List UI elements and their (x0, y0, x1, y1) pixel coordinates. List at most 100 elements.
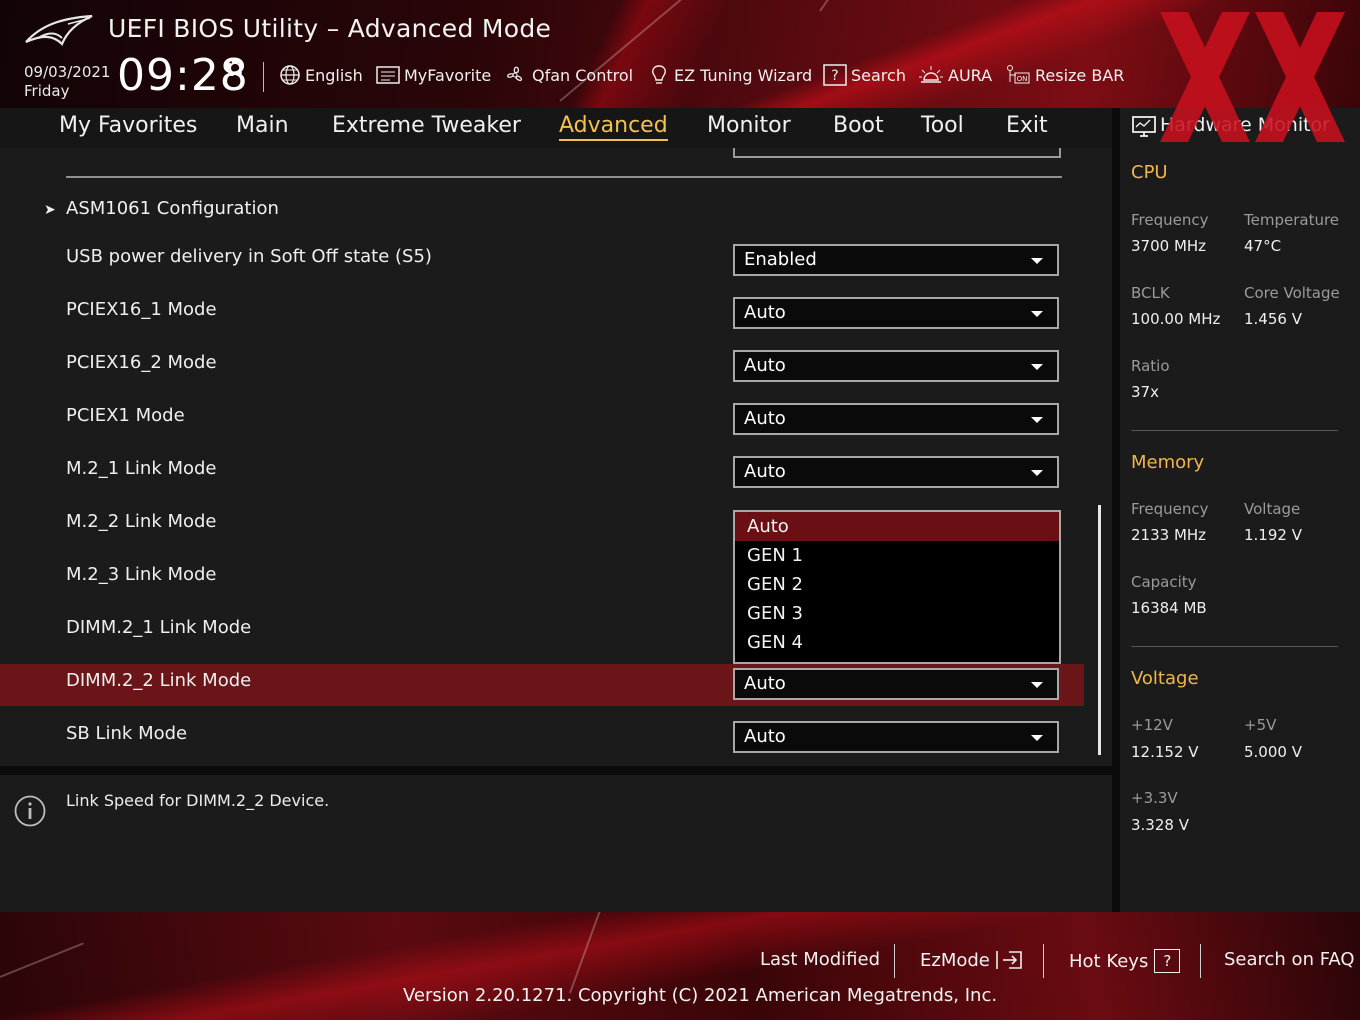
dropdown-arrow-icon (1031, 364, 1043, 370)
qfan-label: Qfan Control (532, 65, 634, 85)
select-value: Auto (744, 673, 786, 694)
decor-streak (0, 942, 84, 978)
svg-text:?: ? (831, 68, 838, 84)
tab-tool[interactable]: Tool (921, 113, 964, 138)
pciex16-2-mode-select[interactable]: Auto (733, 350, 1059, 382)
submenu-asm1061-configuration[interactable]: ➤ ASM1061 Configuration (44, 198, 279, 219)
setting-label[interactable]: M.2_3 Link Mode (66, 564, 217, 585)
setting-label[interactable]: M.2_2 Link Mode (66, 511, 217, 532)
setting-label[interactable]: DIMM.2_2 Link Mode (66, 670, 251, 691)
clock-settings-gear-icon[interactable]: ✿ (225, 54, 245, 82)
memory-heading: Memory (1131, 452, 1205, 473)
pciex16-1-mode-select[interactable]: Auto (733, 297, 1059, 329)
lightbulb-icon (648, 64, 670, 86)
footer-divider (1200, 944, 1201, 978)
exit-to-ezmode-icon (995, 949, 1025, 971)
monitor-icon (1132, 116, 1156, 142)
dropdown-option[interactable]: Auto (735, 512, 1059, 541)
v12-label: +12V (1131, 716, 1173, 734)
tab-advanced[interactable]: Advanced (559, 113, 668, 141)
tab-boot[interactable]: Boot (833, 113, 884, 138)
myfavorite-label: MyFavorite (404, 65, 492, 85)
tab-monitor[interactable]: Monitor (707, 113, 791, 138)
scrollbar[interactable] (1098, 505, 1101, 755)
dropdown-option[interactable]: GEN 4 (735, 628, 1059, 657)
search-faq-label: Search on FAQ (1224, 949, 1355, 970)
memory-frequency-value: 2133 MHz (1131, 526, 1207, 544)
pciex1-mode-select[interactable]: Auto (733, 403, 1059, 435)
aura-button[interactable]: AURA (918, 64, 992, 86)
ezmode-button[interactable]: EzMode (920, 949, 1025, 971)
resize-bar-button[interactable]: ON Resize BAR (1005, 64, 1124, 86)
setting-label: PCIEX16_2 Mode (66, 352, 217, 373)
globe-icon (279, 64, 301, 86)
settings-panel: ➤ ASM1061 Configuration USB power deliver… (0, 148, 1112, 766)
setting-label[interactable]: DIMM.2_1 Link Mode (66, 617, 251, 638)
tab-main[interactable]: Main (236, 113, 289, 138)
v12-value: 12.152 V (1131, 743, 1199, 761)
search-button[interactable]: ? Search (823, 64, 906, 86)
submenu-label: ASM1061 Configuration (66, 198, 279, 219)
myfavorite-button[interactable]: MyFavorite (376, 64, 491, 86)
search-faq-button[interactable]: Search on FAQ (1224, 949, 1355, 970)
memory-voltage-value: 1.192 V (1244, 526, 1302, 544)
dimm2-2-link-mode-select[interactable]: Auto (733, 668, 1059, 700)
cpu-temperature-label: Temperature (1244, 211, 1340, 229)
aura-label: AURA (948, 65, 993, 85)
capacity-label: Capacity (1131, 573, 1197, 591)
hot-keys-button[interactable]: Hot Keys ? (1069, 949, 1181, 973)
setting-label: M.2_1 Link Mode (66, 458, 217, 479)
bclk-label: BCLK (1131, 284, 1170, 302)
dropdown-option[interactable]: GEN 1 (735, 541, 1059, 570)
ratio-label: Ratio (1131, 357, 1170, 375)
day-text: Friday (24, 82, 70, 100)
link-mode-dropdown-list[interactable]: Auto GEN 1 GEN 2 GEN 3 GEN 4 (733, 510, 1061, 664)
cpu-frequency-value: 3700 MHz (1131, 237, 1207, 255)
footer-bar: Last Modified EzMode Hot Keys ? Search o… (0, 912, 1360, 1020)
rog-logo (25, 14, 93, 46)
m2-1-link-mode-select[interactable]: Auto (733, 456, 1059, 488)
qfan-control-button[interactable]: Qfan Control (502, 64, 633, 86)
search-label: Search (851, 65, 906, 85)
help-panel: Link Speed for DIMM.2_2 Device. (0, 775, 1112, 912)
resize-bar-icon: ON (1005, 64, 1031, 86)
partial-select-box (733, 148, 1061, 158)
v33-value: 3.328 V (1131, 816, 1189, 834)
tab-exit[interactable]: Exit (1006, 113, 1048, 138)
setting-label: PCIEX16_1 Mode (66, 299, 217, 320)
date-text: 09/03/2021 (24, 63, 111, 81)
bclk-value: 100.00 MHz (1131, 310, 1221, 328)
capacity-value: 16384 MB (1131, 599, 1207, 617)
decor-streak (559, 0, 760, 102)
select-value: Auto (744, 302, 786, 323)
usb-power-s5-select[interactable]: Enabled (733, 244, 1059, 276)
svg-text:ON: ON (1017, 75, 1028, 83)
select-value: Auto (744, 355, 786, 376)
memory-frequency-label: Frequency (1131, 500, 1209, 518)
ez-tuning-wizard-button[interactable]: EZ Tuning Wizard (648, 64, 812, 86)
v5-value: 5.000 V (1244, 743, 1302, 761)
app-title: UEFI BIOS Utility – Advanced Mode (108, 14, 552, 43)
watermark-xx-logo (1160, 12, 1345, 142)
tab-extreme-tweaker[interactable]: Extreme Tweaker (332, 113, 521, 138)
hot-keys-label: Hot Keys (1069, 950, 1149, 972)
setting-label: PCIEX1 Mode (66, 405, 185, 426)
last-modified-button[interactable]: Last Modified (760, 949, 880, 970)
submenu-arrow-icon: ➤ (44, 202, 56, 218)
select-value: Auto (744, 461, 786, 482)
cpu-heading: CPU (1131, 162, 1168, 183)
sb-link-mode-select[interactable]: Auto (733, 721, 1059, 753)
resize-bar-label: Resize BAR (1035, 65, 1125, 85)
tab-my-favorites[interactable]: My Favorites (59, 113, 197, 138)
header-bar: UEFI BIOS Utility – Advanced Mode 09/03/… (0, 0, 1360, 108)
help-text: Link Speed for DIMM.2_2 Device. (66, 791, 330, 810)
decor-streak (569, 912, 609, 994)
dropdown-option[interactable]: GEN 2 (735, 570, 1059, 599)
dropdown-option[interactable]: GEN 3 (735, 599, 1059, 628)
voltage-heading: Voltage (1131, 668, 1199, 689)
language-label: English (305, 65, 363, 85)
v33-label: +3.3V (1131, 789, 1178, 807)
memory-voltage-label: Voltage (1244, 500, 1301, 518)
dropdown-arrow-icon (1031, 470, 1043, 476)
language-button[interactable]: English (279, 64, 363, 86)
